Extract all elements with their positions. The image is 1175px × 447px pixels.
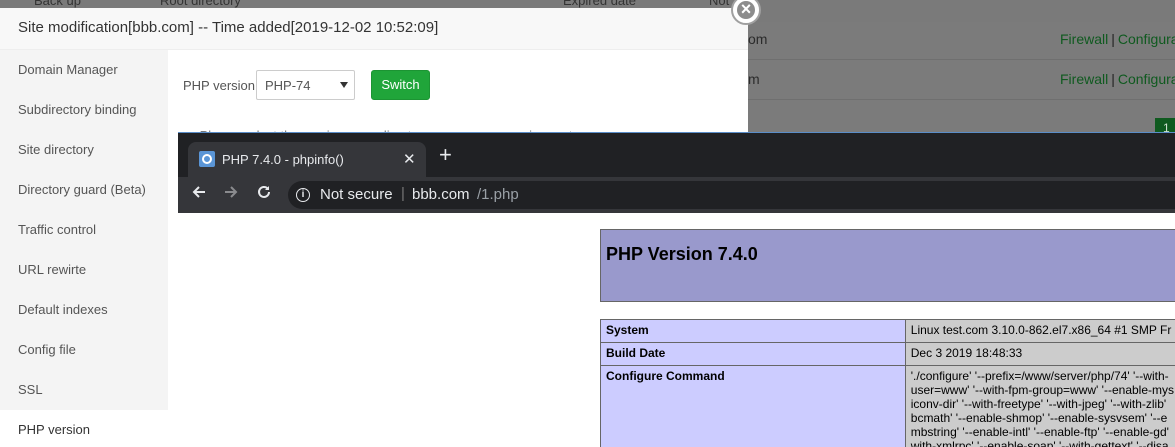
info-value-line: iconv-dir' '--with-freetype' '--with-jpe… bbox=[910, 397, 1167, 411]
table-row: System Linux test.com 3.10.0-862.el7.x86… bbox=[600, 319, 1175, 343]
sidebar-item-directory-guard[interactable]: Directory guard (Beta) bbox=[0, 170, 168, 210]
browser-toolbar: i Not secure | bbb.com /1.php bbox=[178, 177, 1175, 213]
configure-link[interactable]: Configura bbox=[1118, 71, 1175, 87]
sidebar-item-subdirectory-binding[interactable]: Subdirectory binding bbox=[0, 90, 168, 130]
configure-link[interactable]: Configura bbox=[1118, 31, 1175, 47]
info-value: Dec 3 2019 18:48:33 bbox=[904, 342, 1175, 366]
modal-title: Site modification[bbb.com] -- Time added… bbox=[0, 8, 748, 50]
new-tab-button[interactable]: + bbox=[439, 144, 452, 166]
switch-button[interactable]: Switch bbox=[371, 70, 430, 100]
address-bar[interactable]: i Not secure | bbb.com /1.php bbox=[288, 181, 1175, 209]
tab-close-icon[interactable]: ✕ bbox=[403, 150, 416, 168]
link-separator: | bbox=[1111, 31, 1115, 47]
firewall-link[interactable]: Firewall bbox=[1060, 71, 1108, 87]
url-host: bbb.com bbox=[412, 186, 470, 203]
browser-tab-bar: PHP 7.4.0 - phpinfo() ✕ + bbox=[178, 133, 1175, 177]
firewall-link[interactable]: Firewall bbox=[1060, 31, 1108, 47]
sidebar-item-traffic-control[interactable]: Traffic control bbox=[0, 210, 168, 250]
bg-col-note: Not bbox=[709, 0, 730, 8]
tab-title: PHP 7.4.0 - phpinfo() bbox=[222, 152, 344, 167]
bg-table-row: m Firewall | Configura bbox=[748, 60, 1175, 100]
php-version-selected: PHP-74 bbox=[265, 78, 311, 93]
link-separator: | bbox=[1111, 71, 1115, 87]
url-separator: | bbox=[401, 185, 405, 202]
sidebar-item-default-indexes[interactable]: Default indexes bbox=[0, 290, 168, 330]
bg-col-backup: Back up bbox=[34, 0, 81, 8]
forward-arrow-icon[interactable] bbox=[222, 183, 240, 206]
info-icon[interactable]: i bbox=[296, 188, 310, 202]
modal-sidebar: Domain Manager Subdirectory binding Site… bbox=[0, 50, 168, 447]
info-value-line: Linux test.com 3.10.0-862.el7.x86_64 #1 … bbox=[910, 323, 1172, 337]
sidebar-item-url-rewrite[interactable]: URL rewirte bbox=[0, 250, 168, 290]
bg-row-fragment: m bbox=[748, 71, 760, 87]
table-row: Configure Command './configure' '--prefi… bbox=[600, 365, 1175, 447]
back-arrow-icon[interactable] bbox=[190, 183, 208, 206]
phpinfo-page: PHP Version 7.4.0 System Linux test.com … bbox=[178, 213, 1175, 447]
bg-row-fragment: om bbox=[748, 31, 768, 47]
modal-close-button[interactable]: × bbox=[731, 0, 761, 25]
phpinfo-header: PHP Version 7.4.0 bbox=[600, 229, 1175, 302]
chevron-down-icon bbox=[340, 82, 348, 88]
info-value-line: user=www' '--with-fpm-group=www' '--enab… bbox=[910, 383, 1174, 397]
favicon-icon bbox=[199, 151, 215, 167]
php-version-label: PHP version bbox=[183, 78, 256, 93]
info-value-line: bcmath' '--enable-shmop' '--enable-sysvs… bbox=[910, 411, 1168, 425]
security-status: Not secure bbox=[320, 186, 393, 203]
sidebar-item-php-version[interactable]: PHP version bbox=[0, 410, 168, 447]
phpinfo-table: System Linux test.com 3.10.0-862.el7.x86… bbox=[600, 319, 1175, 447]
bg-row-actions: Firewall | Configura bbox=[1060, 31, 1175, 47]
browser-tab[interactable]: PHP 7.4.0 - phpinfo() ✕ bbox=[188, 142, 426, 177]
info-value: Linux test.com 3.10.0-862.el7.x86_64 #1 … bbox=[904, 319, 1175, 343]
info-value-line: './configure' '--prefix=/www/server/php/… bbox=[910, 369, 1169, 383]
info-value: './configure' '--prefix=/www/server/php/… bbox=[904, 365, 1175, 447]
sidebar-item-config-file[interactable]: Config file bbox=[0, 330, 168, 370]
table-row: Build Date Dec 3 2019 18:48:33 bbox=[600, 342, 1175, 366]
info-key: System bbox=[600, 319, 906, 343]
bg-col-root: Root directory bbox=[160, 0, 241, 8]
info-key: Configure Command bbox=[600, 365, 906, 447]
close-icon: × bbox=[740, 0, 752, 19]
sidebar-item-site-directory[interactable]: Site directory bbox=[0, 130, 168, 170]
php-version-select[interactable]: PHP-74 bbox=[256, 70, 355, 100]
sidebar-item-domain-manager[interactable]: Domain Manager bbox=[0, 50, 168, 90]
info-value-line: mbstring' '--enable-intl' '--enable-ftp'… bbox=[910, 425, 1169, 439]
info-value-line: with-xmlrpc' '--enable-soap' '--with-get… bbox=[910, 439, 1169, 447]
php-version-heading: PHP Version 7.4.0 bbox=[606, 244, 758, 264]
url-path: /1.php bbox=[477, 186, 519, 203]
info-key: Build Date bbox=[600, 342, 906, 366]
bg-row-actions: Firewall | Configura bbox=[1060, 71, 1175, 87]
bg-table-row: om Firewall | Configura bbox=[748, 20, 1175, 60]
reload-icon[interactable] bbox=[255, 183, 273, 206]
browser-window: PHP 7.4.0 - phpinfo() ✕ + i Not secure |… bbox=[178, 132, 1175, 447]
info-value-line: Dec 3 2019 18:48:33 bbox=[910, 346, 1023, 360]
sidebar-item-ssl[interactable]: SSL bbox=[0, 370, 168, 410]
bg-col-expired: Expired date bbox=[563, 0, 636, 8]
